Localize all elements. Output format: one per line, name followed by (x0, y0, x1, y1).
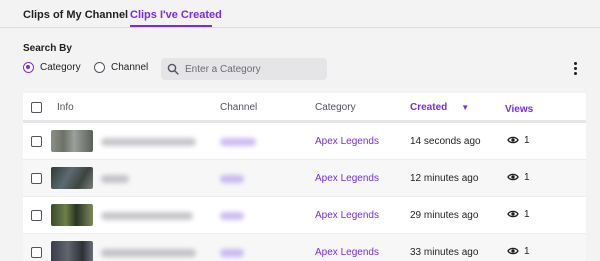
table-row[interactable]: Apex Legends 33 minutes ago 1 (23, 234, 586, 261)
row-checkbox[interactable] (31, 173, 42, 184)
category-search-box[interactable] (161, 58, 327, 80)
row-checkbox[interactable] (31, 247, 42, 258)
clip-channel-blurred (220, 175, 244, 183)
radio-category-label: Category (40, 62, 81, 73)
clip-views: 1 (507, 208, 530, 220)
clip-thumbnail[interactable] (51, 167, 93, 189)
search-icon (167, 63, 179, 75)
tab-bar: Clips of My Channel Clips I've Created (0, 0, 600, 28)
table-row[interactable]: Apex Legends 14 seconds ago 1 (23, 123, 586, 160)
clip-category[interactable]: Apex Legends (315, 210, 379, 221)
radio-channel-button[interactable] (94, 62, 105, 73)
clip-thumbnail[interactable] (51, 241, 93, 261)
radio-category-button[interactable] (23, 62, 34, 73)
clip-created: 14 seconds ago (410, 136, 481, 147)
row-checkbox[interactable] (31, 210, 42, 221)
clip-channel-blurred (220, 138, 256, 146)
clip-title-blurred (101, 212, 193, 220)
eye-icon (507, 247, 519, 255)
clip-category[interactable]: Apex Legends (315, 173, 379, 184)
clip-channel-blurred (220, 249, 244, 257)
tab-clips-ive-created[interactable]: Clips I've Created (130, 9, 222, 21)
clip-thumbnail[interactable] (51, 204, 93, 226)
search-by-label: Search By (23, 43, 72, 54)
clips-table: Info Channel Category Created ▼ Views Ape… (23, 93, 586, 261)
tab-clips-of-my-channel[interactable]: Clips of My Channel (23, 9, 128, 21)
table-row[interactable]: Apex Legends 29 minutes ago 1 (23, 197, 586, 234)
eye-icon (507, 136, 519, 144)
clip-channel-blurred (220, 212, 244, 220)
eye-icon (507, 210, 519, 218)
radio-channel-label: Channel (111, 62, 149, 73)
header-channel: Channel (220, 102, 258, 113)
clip-created: 33 minutes ago (410, 247, 479, 258)
clip-title-blurred (101, 138, 196, 146)
header-created-label: Created (410, 102, 448, 113)
header-created[interactable]: Created ▼ (410, 102, 469, 113)
eye-icon (507, 173, 519, 181)
clip-views-count: 1 (524, 134, 530, 146)
clip-category[interactable]: Apex Legends (315, 247, 379, 258)
radio-channel[interactable]: Channel (94, 62, 148, 73)
clip-views: 1 (507, 134, 530, 146)
more-options-icon[interactable] (570, 62, 580, 76)
clip-title-blurred (101, 175, 129, 183)
row-checkbox[interactable] (31, 136, 42, 147)
clip-created: 29 minutes ago (410, 210, 479, 221)
header-views[interactable]: Views (505, 104, 533, 115)
clip-category[interactable]: Apex Legends (315, 136, 379, 147)
clip-title-blurred (101, 249, 196, 257)
radio-category[interactable]: Category (23, 62, 81, 73)
clip-views-count: 1 (524, 208, 530, 220)
clip-views-count: 1 (524, 245, 530, 257)
clip-views-count: 1 (524, 171, 530, 183)
clip-thumbnail[interactable] (51, 130, 93, 152)
header-info: Info (57, 102, 74, 113)
clip-views: 1 (507, 245, 530, 257)
header-category: Category (315, 102, 356, 113)
select-all-checkbox[interactable] (31, 102, 42, 113)
category-search-input[interactable] (185, 63, 325, 75)
chevron-down-icon[interactable]: ▼ (461, 103, 469, 112)
clip-views: 1 (507, 171, 530, 183)
table-header: Info Channel Category Created ▼ Views (23, 93, 586, 123)
table-row[interactable]: Apex Legends 12 minutes ago 1 (23, 160, 586, 197)
active-tab-indicator (130, 25, 212, 27)
clip-created: 12 minutes ago (410, 173, 479, 184)
